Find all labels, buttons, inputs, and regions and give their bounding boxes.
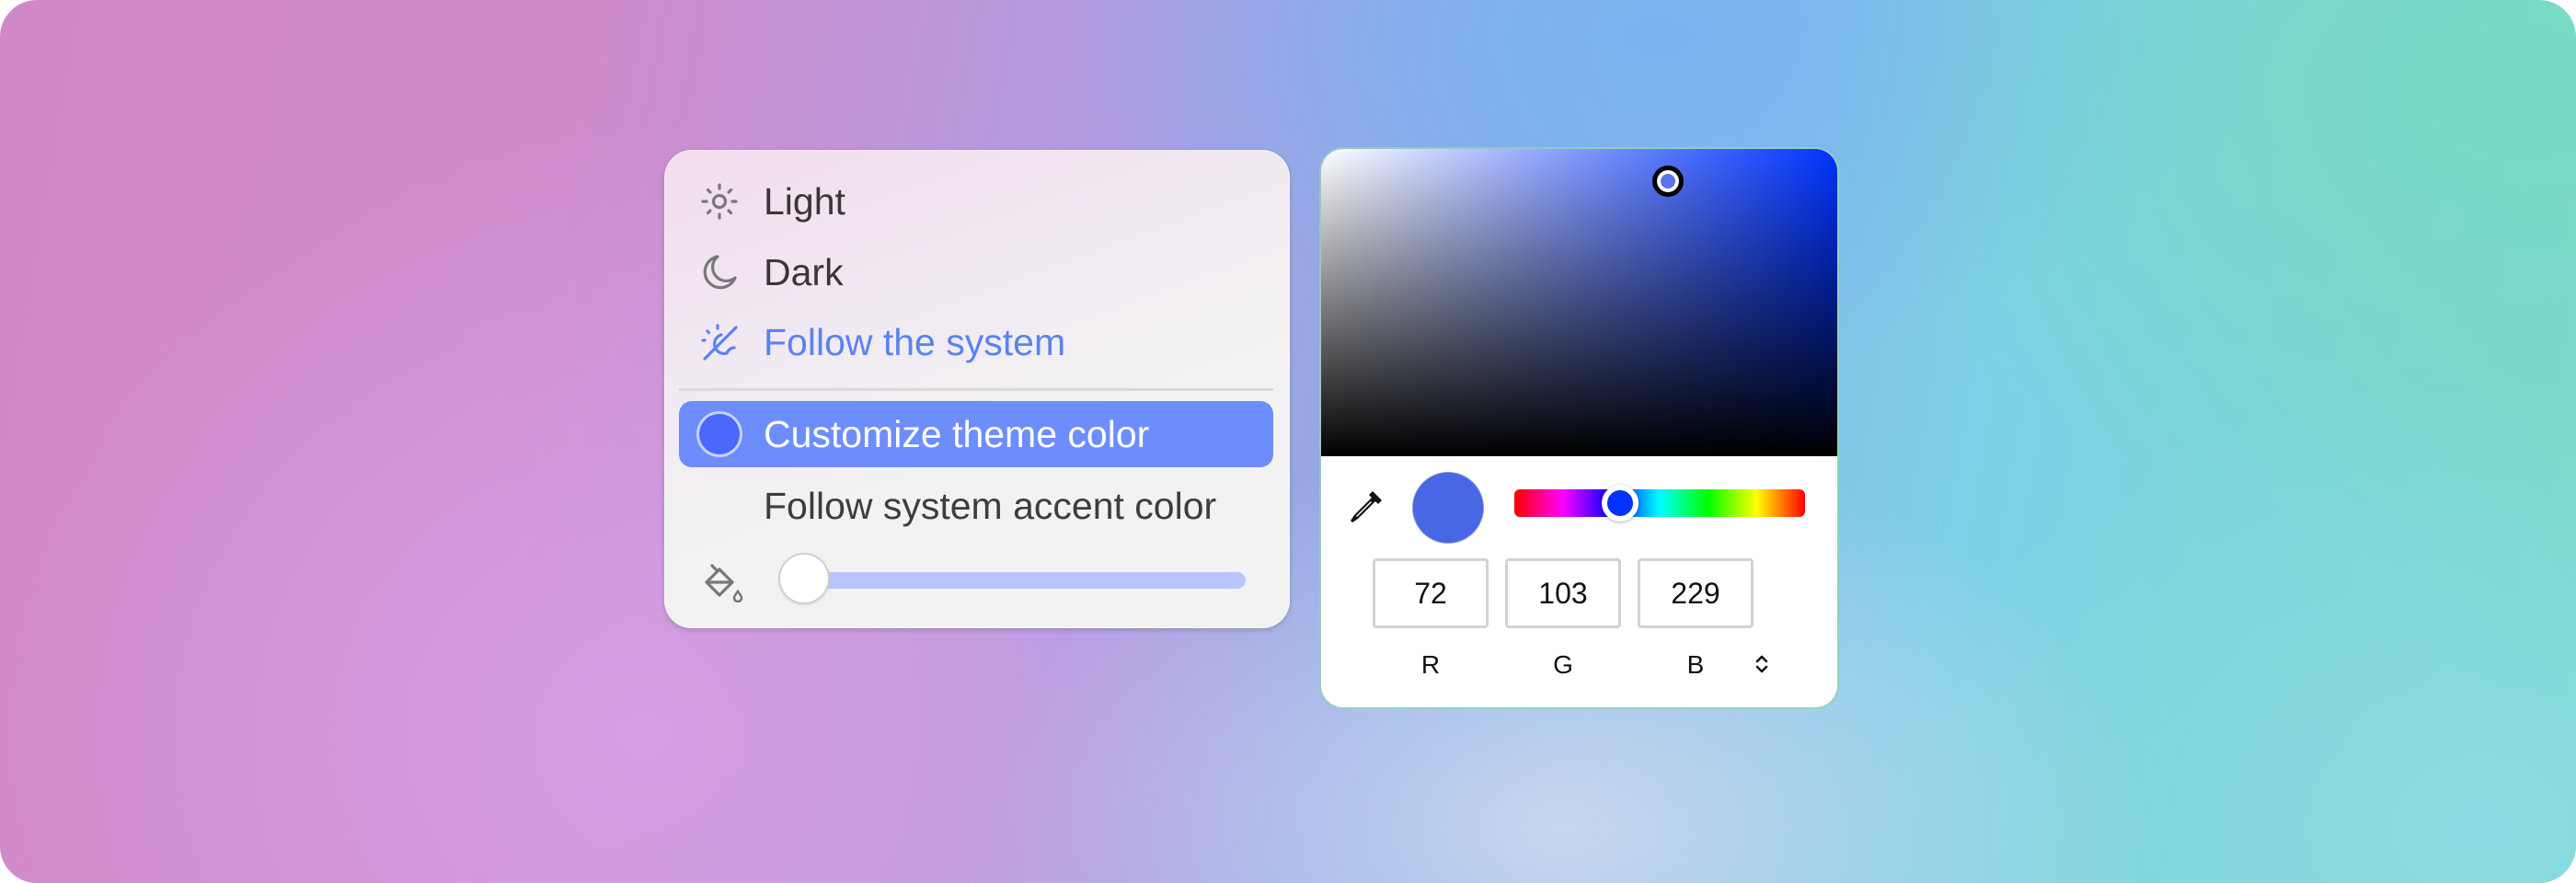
moon-icon xyxy=(703,255,737,290)
menu-item-label: Follow the system xyxy=(764,320,1066,363)
saturation-value-thumb[interactable] xyxy=(1652,166,1684,197)
opacity-slider-thumb[interactable] xyxy=(780,555,828,602)
eyedropper-icon[interactable] xyxy=(1345,487,1386,528)
auto-theme-icon xyxy=(701,324,738,361)
menu-item-dark[interactable]: Dark xyxy=(679,239,1273,305)
current-color-swatch xyxy=(1413,473,1483,543)
green-input[interactable] xyxy=(1505,558,1621,628)
blue-label: B xyxy=(1686,650,1705,679)
red-input[interactable] xyxy=(1373,558,1489,628)
menu-divider xyxy=(679,388,1273,391)
hue-slider-track[interactable] xyxy=(1514,489,1805,517)
menu-item-label: Customize theme color xyxy=(764,412,1150,455)
menu-item-customize-theme-color[interactable]: Customize theme color xyxy=(679,401,1273,467)
opacity-slider-row xyxy=(679,545,1273,612)
menu-item-follow-accent-color[interactable]: Follow system accent color xyxy=(679,473,1273,539)
color-picker: R G B xyxy=(1321,149,1837,707)
opacity-slider-track[interactable] xyxy=(780,572,1246,589)
up-down-chevron-icon[interactable] xyxy=(1753,652,1771,676)
blue-input[interactable] xyxy=(1638,558,1754,628)
green-label: G xyxy=(1553,650,1573,679)
menu-item-label: Light xyxy=(764,179,845,223)
theme-menu: Light Dark Follow the system Customize t… xyxy=(664,150,1290,628)
paint-bucket-icon xyxy=(705,564,743,602)
hue-slider-thumb[interactable] xyxy=(1602,485,1639,522)
menu-item-follow-system[interactable]: Follow the system xyxy=(679,309,1273,375)
theme-color-swatch xyxy=(699,414,740,454)
background: Light Dark Follow the system Customize t… xyxy=(0,0,2576,883)
menu-item-light[interactable]: Light xyxy=(679,168,1273,235)
menu-item-label: Follow system accent color xyxy=(764,484,1217,527)
menu-item-label: Dark xyxy=(764,250,844,293)
sun-icon xyxy=(701,183,738,220)
red-label: R xyxy=(1420,650,1441,679)
saturation-value-area[interactable] xyxy=(1321,149,1837,456)
